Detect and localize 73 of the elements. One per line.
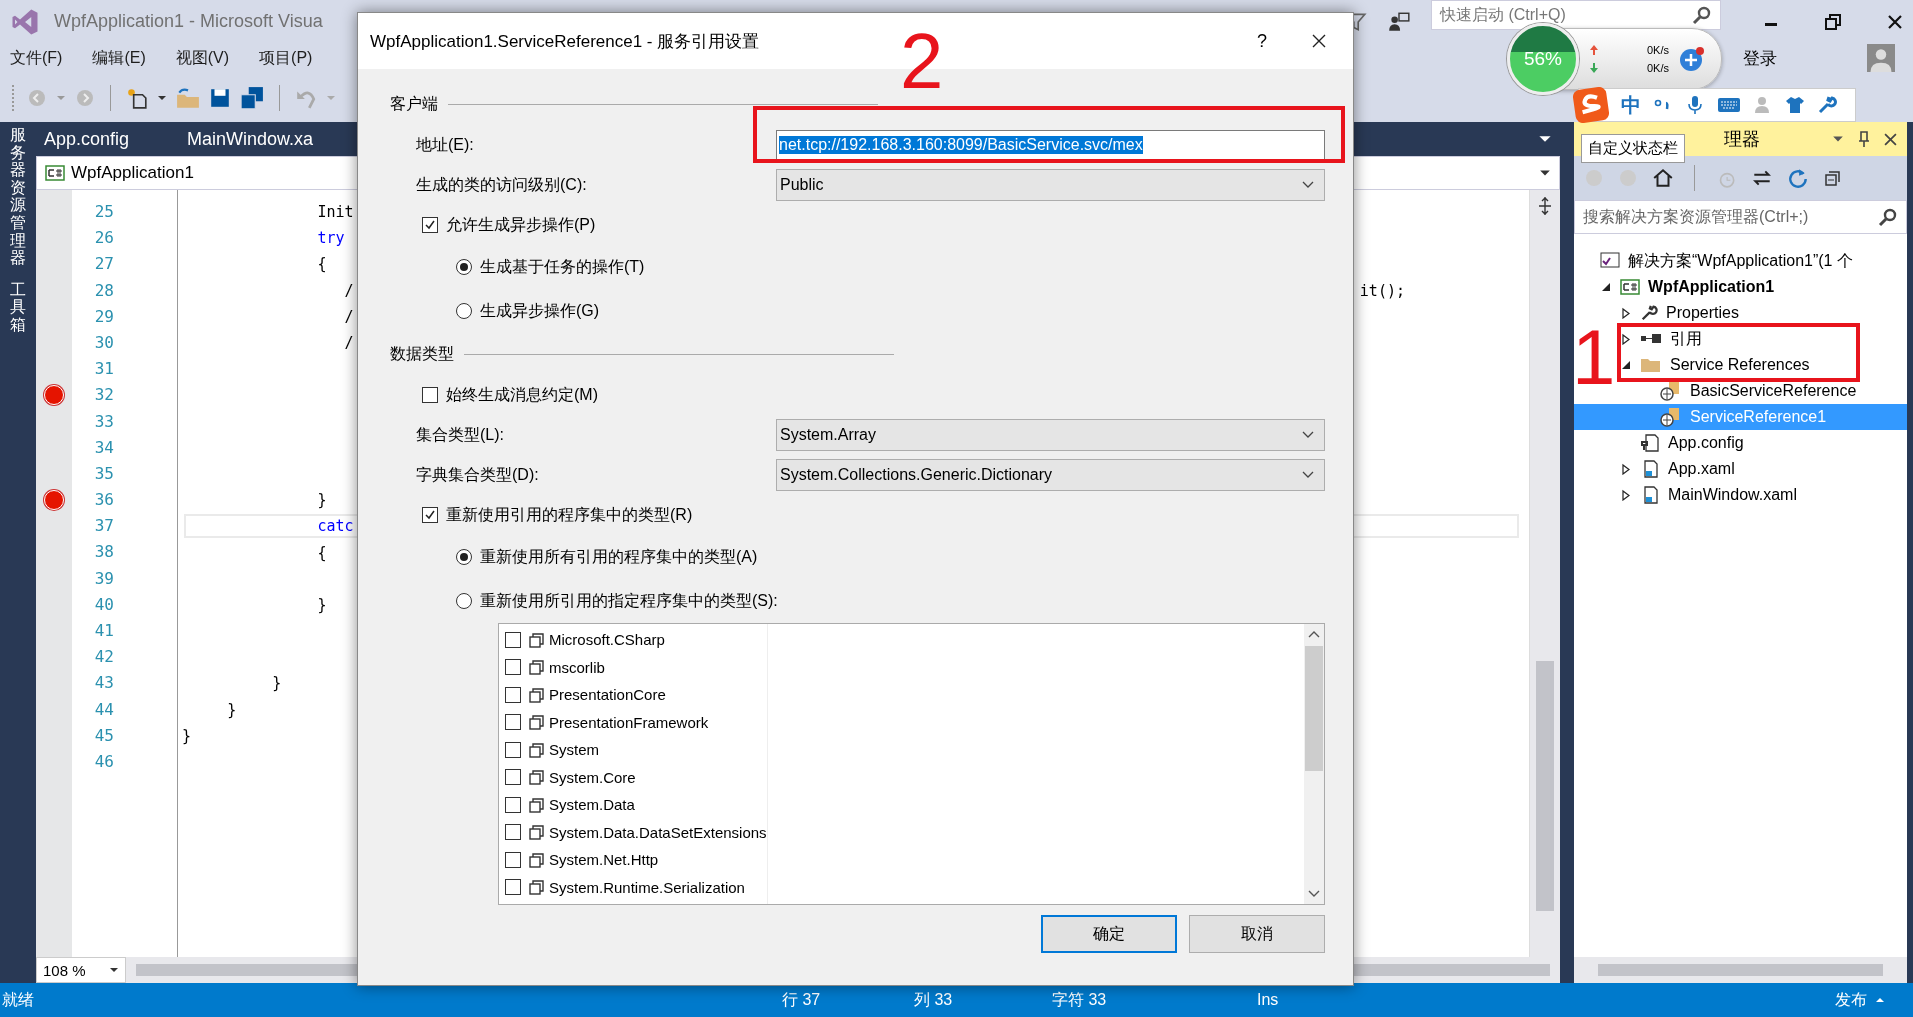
section-heading: 数据类型 [390,343,454,364]
upload-speed: 0K/s [1647,44,1669,56]
panel-title: 理器 [1724,128,1760,151]
assembly-name: PresentationFramework [549,713,709,731]
assembly-name: System.Data [549,796,635,814]
line-number: 36 [94,489,114,512]
code-text: / [343,307,354,326]
radio-label: 重新使用所有引用的程序集中的类型(A) [480,546,758,567]
insert-mode-indicator: Ins [1257,991,1279,1009]
code-text: / [343,334,354,353]
assembly-name: System.Runtime.Serialization [549,878,745,896]
window-title: WpfApplication1 - Microsoft Visua [54,11,323,32]
checkbox-label: 重新使用引用的程序集中的类型(R) [446,504,693,525]
code-text: catc [316,517,354,536]
annotation-number: 2 [900,22,944,100]
code-text: } [226,700,237,719]
line-number: 31 [94,358,114,381]
assembly-name: mscorlib [549,658,605,676]
code-text: it(); [1359,281,1405,300]
line-number: 44 [94,698,114,721]
assembly-name: System.Core [549,768,636,786]
download-speed: 0K/s [1647,62,1669,74]
code-text: { [316,543,327,562]
line-number: 42 [94,646,114,669]
line-number: 32 [94,384,114,407]
assembly-name: System [549,741,599,759]
code-text: } [271,674,282,693]
checkbox-label: 允许生成异步操作(P) [446,214,596,235]
line-number: 29 [94,305,114,328]
assembly-name: System.Net.Http [549,851,659,869]
line-number: 41 [94,620,114,642]
line-number: 43 [94,672,114,695]
code-text: / [343,281,354,300]
line-number: 27 [94,253,114,276]
code-text: Init [316,203,354,222]
assembly-name: PresentationCore [549,686,666,704]
line-number: 28 [94,279,114,302]
line-indicator: 行 37 [782,989,822,1010]
code-text: } [182,726,192,745]
line-number: 30 [94,331,114,354]
radio-label: 生成异步操作(G) [480,300,600,321]
line-number: 39 [94,567,114,590]
line-number: 35 [94,462,114,485]
line-number: 26 [94,227,114,250]
dialog-title: WpfApplication1.ServiceReference1 - 服务引用设置 [370,30,760,53]
checkbox-label: 始终生成消息约定(M) [446,384,598,405]
line-number: 38 [94,541,114,564]
code-text: } [316,491,327,510]
column-indicator: 列 33 [914,989,954,1010]
status-text: 就绪 [1,989,35,1010]
radio-label: 重新使用所引用的指定程序集中的类型(S): [480,590,778,611]
line-number: 46 [94,750,114,773]
line-number: 25 [94,201,114,223]
code-text: try [316,229,345,248]
char-indicator: 字符 33 [1052,989,1108,1010]
field-label: 集合类型(L): [415,424,505,445]
assembly-name: Microsoft.CSharp [549,631,665,649]
assembly-name: System.Data.DataSetExtensions [549,823,767,841]
line-number: 33 [94,410,114,433]
line-number: 34 [94,436,114,459]
tooltip: 自定义状态栏 [1581,134,1685,163]
line-number: 45 [94,724,114,747]
code-text: } [316,595,327,614]
field-label: 地址(E): [415,134,475,155]
code-text: { [316,255,327,274]
memory-gauge: 56% [1507,23,1579,95]
section-heading: 客户端 [390,93,438,114]
field-label: 生成的类的访问级别(C): [415,174,588,195]
radio-label: 生成基于任务的操作(T) [480,256,645,277]
field-label: 字典集合类型(D): [415,464,540,485]
line-number: 37 [94,515,114,538]
line-number: 40 [94,593,114,616]
annotation-number: 1 [1572,318,1616,396]
